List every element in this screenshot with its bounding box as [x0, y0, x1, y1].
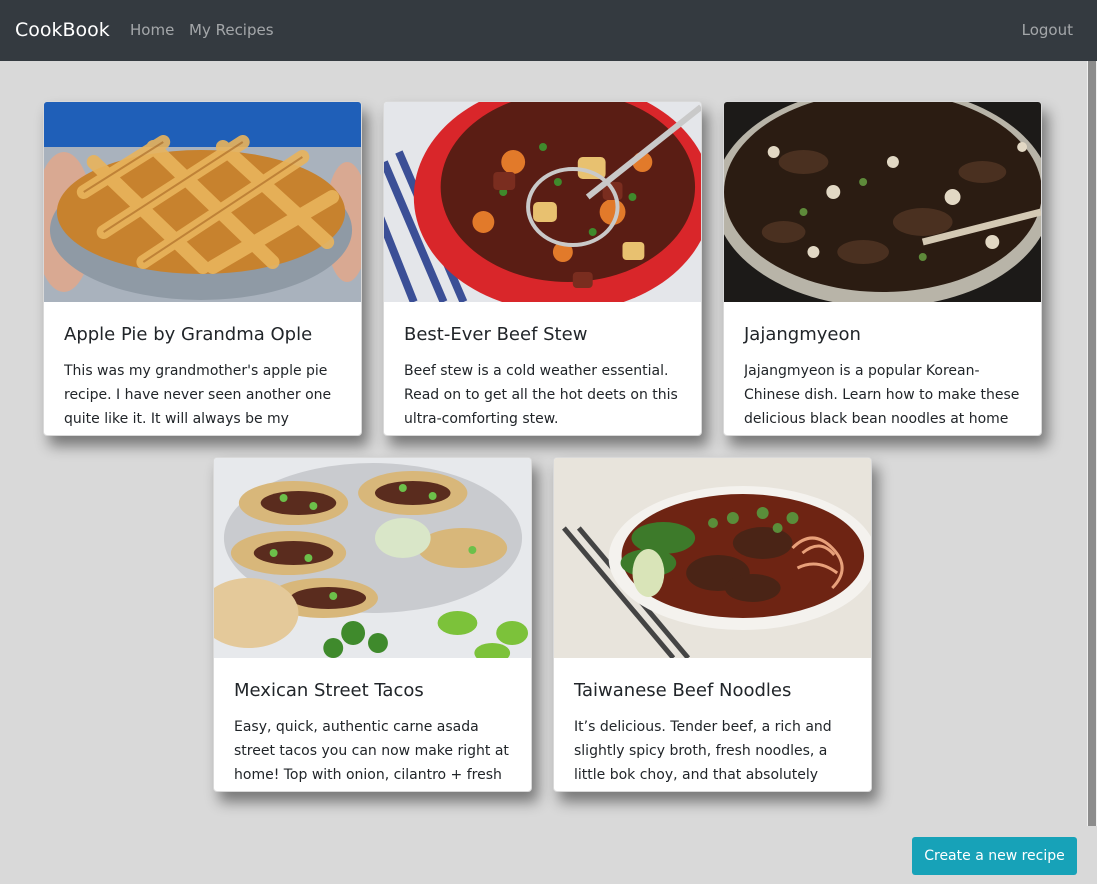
recipe-description: Jajangmyeon is a popular Korean-Chinese …	[744, 363, 1020, 427]
nav-link-my-recipes[interactable]: My Recipes	[189, 20, 274, 40]
recipe-card[interactable]: Mexican Street Tacos Easy, quick, authen…	[213, 457, 532, 792]
jajangmyeon-photo	[724, 102, 1041, 302]
recipe-card[interactable]: Taiwanese Beef Noodles It’s delicious. T…	[553, 457, 872, 792]
beef-stew-photo	[384, 102, 701, 302]
create-recipe-button[interactable]: Create a new recipe	[912, 837, 1077, 875]
recipe-image	[554, 458, 871, 658]
recipe-description: Easy, quick, authentic carne asada stree…	[234, 719, 509, 783]
street-tacos-photo	[214, 458, 531, 658]
recipe-title[interactable]: Taiwanese Beef Noodles	[574, 679, 791, 703]
nav-link-home[interactable]: Home	[130, 20, 174, 40]
beef-noodles-photo	[554, 458, 871, 658]
recipe-description: It’s delicious. Tender beef, a rich and …	[574, 719, 832, 783]
logout-link[interactable]: Logout	[1022, 20, 1073, 40]
recipe-description: This was my grandmother's apple pie reci…	[64, 363, 332, 427]
recipe-card[interactable]: Best-Ever Beef Stew Beef stew is a cold …	[383, 101, 702, 436]
apple-pie-photo	[44, 102, 361, 302]
recipe-image	[214, 458, 531, 658]
top-navbar: CookBook Home My Recipes Logout	[0, 0, 1097, 61]
recipe-title[interactable]: Jajangmyeon	[744, 323, 861, 347]
brand-logo[interactable]: CookBook	[15, 17, 110, 43]
scrollbar-thumb[interactable]	[1088, 61, 1096, 826]
recipe-title[interactable]: Best-Ever Beef Stew	[404, 323, 587, 347]
recipe-description: Beef stew is a cold weather essential. R…	[404, 363, 678, 427]
recipe-image	[724, 102, 1041, 302]
recipe-card[interactable]: Apple Pie by Grandma Ople This was my gr…	[43, 101, 362, 436]
page-scrollbar[interactable]	[1087, 61, 1097, 826]
recipe-image	[44, 102, 361, 302]
recipe-title[interactable]: Mexican Street Tacos	[234, 679, 424, 703]
recipe-image	[384, 102, 701, 302]
recipe-title[interactable]: Apple Pie by Grandma Ople	[64, 323, 312, 347]
recipe-card[interactable]: Jajangmyeon Jajangmyeon is a popular Kor…	[723, 101, 1042, 436]
